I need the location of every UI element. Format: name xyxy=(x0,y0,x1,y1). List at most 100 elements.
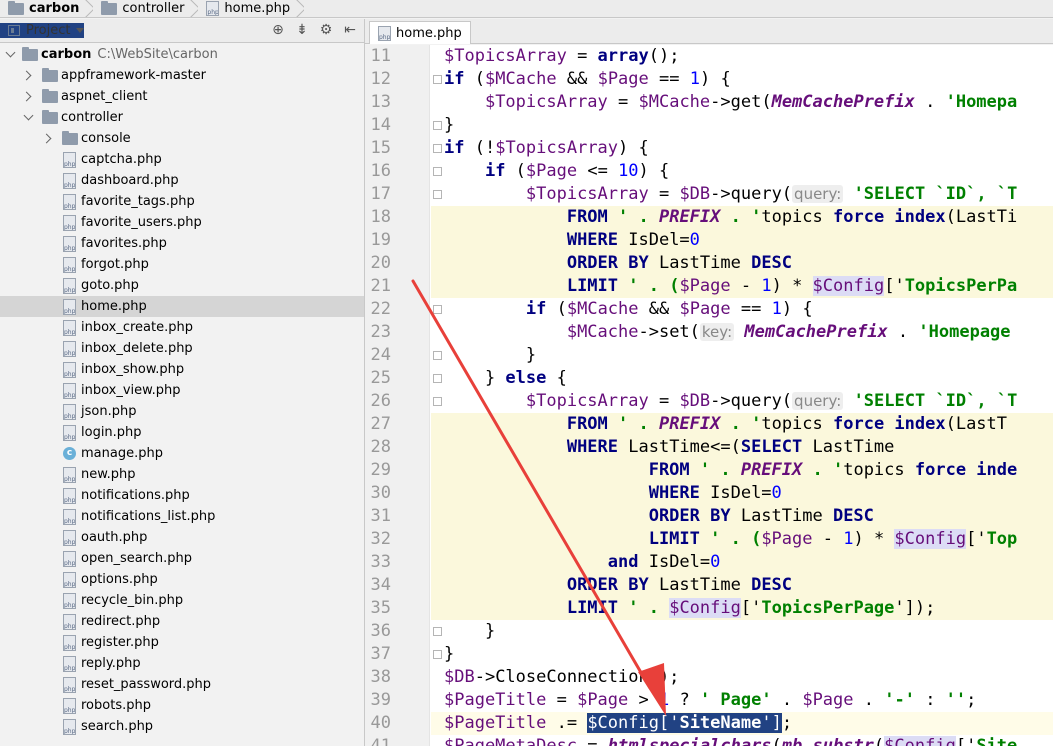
tree-item-file[interactable]: php notifications_list.php xyxy=(0,506,364,527)
code-line[interactable]: ORDER BY LastTime DESC xyxy=(431,252,1053,275)
tree-item-file[interactable]: php recycle_bin.php xyxy=(0,590,364,611)
line-number: 41 xyxy=(370,736,391,746)
gear-icon[interactable]: ⚙ xyxy=(318,22,334,38)
tree-item-label: register.php xyxy=(81,635,159,650)
code-line[interactable]: } else { xyxy=(431,367,1053,390)
line-number: 13 xyxy=(370,92,391,112)
tree-root-carbon[interactable]: carbon C:\WebSite\carbon xyxy=(0,44,364,65)
tree-item-aspnet-client[interactable]: aspnet_client xyxy=(0,86,364,107)
code-line[interactable]: $TopicsArray = $MCache->get(MemCachePref… xyxy=(431,91,1053,114)
code-line[interactable]: LIMIT ' . $Config['TopicsPerPage']); xyxy=(431,597,1053,620)
tree-item-file[interactable]: php login.php xyxy=(0,422,364,443)
line-number: 23 xyxy=(370,322,391,342)
tree-item-file[interactable]: php notifications.php xyxy=(0,485,364,506)
chevron-down-icon[interactable] xyxy=(22,112,34,124)
code-line[interactable]: and IsDel=0 xyxy=(431,551,1053,574)
code-line[interactable]: $PageMetaDesc = htmlspecialchars(mb_subs… xyxy=(431,735,1053,746)
line-number: 28 xyxy=(370,437,391,457)
code-line[interactable]: if ($MCache && $Page == 1) { xyxy=(431,298,1053,321)
tree-item-file-selected[interactable]: php home.php xyxy=(0,296,364,317)
code-line-current[interactable]: $PageTitle .= $Config['SiteName']; xyxy=(431,712,1053,735)
code-editor[interactable]: 11 12 13 14 15 16 17 18 19 20 21 22 23 24 25 26 27 28 29 30… xyxy=(365,45,1053,746)
tree-item-label: options.php xyxy=(81,572,158,587)
tree-item-file[interactable]: php favorites.php xyxy=(0,233,364,254)
code-area[interactable]: $TopicsArray = array(); if ($MCache && $… xyxy=(431,45,1053,746)
code-line[interactable]: ORDER BY LastTime DESC xyxy=(431,574,1053,597)
line-number: 20 xyxy=(370,253,391,273)
code-line[interactable]: } xyxy=(431,344,1053,367)
code-line[interactable]: } xyxy=(431,643,1053,666)
folder-icon xyxy=(42,109,58,124)
crosshair-icon[interactable]: ⊕ xyxy=(270,22,286,38)
php-file-icon: php xyxy=(378,25,391,41)
php-file-icon: php xyxy=(63,634,76,651)
line-number: 11 xyxy=(370,46,391,66)
chevron-right-icon[interactable] xyxy=(22,91,34,103)
collapse-icon[interactable]: ⇟ xyxy=(294,22,310,38)
breadcrumb-item-home-php[interactable]: php home.php xyxy=(198,0,296,17)
tree-item-label: manage.php xyxy=(81,446,163,461)
tab-home-php[interactable]: php home.php xyxy=(369,21,471,44)
parameter-hint: key: xyxy=(699,323,735,341)
hide-icon[interactable]: ⇤ xyxy=(342,22,358,38)
code-line[interactable]: $PageTitle = $Page > 1 ? ' Page' . $Page… xyxy=(431,689,1053,712)
project-view-selector[interactable]: Project xyxy=(0,23,85,38)
code-line[interactable]: ORDER BY LastTime DESC xyxy=(431,505,1053,528)
tree-item-file[interactable]: php reply.php xyxy=(0,653,364,674)
breadcrumb-item-carbon[interactable]: carbon xyxy=(0,0,85,17)
tree-item-file[interactable]: php reset_password.php xyxy=(0,674,364,695)
breadcrumb-item-controller[interactable]: controller xyxy=(93,0,190,17)
code-line[interactable]: $DB->CloseConnection(); xyxy=(431,666,1053,689)
tree-item-file[interactable]: php options.php xyxy=(0,569,364,590)
code-line[interactable]: $TopicsArray = array(); xyxy=(431,45,1053,68)
code-line[interactable]: WHERE IsDel=0 xyxy=(431,482,1053,505)
code-line[interactable]: FROM ' . PREFIX . 'topics force inde xyxy=(431,459,1053,482)
tree-item-file[interactable]: php json.php xyxy=(0,401,364,422)
tree-item-file[interactable]: php open_search.php xyxy=(0,548,364,569)
tree-item-file[interactable]: php inbox_show.php xyxy=(0,359,364,380)
tree-item-file[interactable]: php oauth.php xyxy=(0,527,364,548)
tree-item-file[interactable]: php inbox_delete.php xyxy=(0,338,364,359)
tree-item-file[interactable]: php captcha.php xyxy=(0,149,364,170)
tree-item-file[interactable]: php favorite_users.php xyxy=(0,212,364,233)
code-line[interactable]: LIMIT ' . ($Page - 1) * $Config['TopicsP… xyxy=(431,275,1053,298)
code-line[interactable]: FROM ' . PREFIX . 'topics force index(La… xyxy=(431,206,1053,229)
code-line[interactable]: $MCache->set(key: MemCachePrefix . 'Home… xyxy=(431,321,1053,344)
tree-item-label: open_search.php xyxy=(81,551,193,566)
code-line[interactable]: $TopicsArray = $DB->query(query: 'SELECT… xyxy=(431,183,1053,206)
code-line[interactable]: if ($MCache && $Page == 1) { xyxy=(431,68,1053,91)
php-file-icon: php xyxy=(63,697,76,714)
code-line[interactable]: LIMIT ' . ($Page - 1) * $Config['Top xyxy=(431,528,1053,551)
tree-item-label: login.php xyxy=(81,425,142,440)
line-number: 30 xyxy=(370,483,391,503)
tree-item-file[interactable]: php new.php xyxy=(0,464,364,485)
tree-item-file[interactable]: php redirect.php xyxy=(0,611,364,632)
tree-item-file[interactable]: php register.php xyxy=(0,632,364,653)
tree-item-file[interactable]: php goto.php xyxy=(0,275,364,296)
tree-item-file[interactable]: php forgot.php xyxy=(0,254,364,275)
chevron-right-icon[interactable] xyxy=(42,133,54,145)
tree-item-file[interactable]: c manage.php xyxy=(0,443,364,464)
chevron-right-icon[interactable] xyxy=(22,70,34,82)
code-line[interactable]: FROM ' . PREFIX . 'topics force index(La… xyxy=(431,413,1053,436)
code-line[interactable]: } xyxy=(431,114,1053,137)
tree-item-console[interactable]: console xyxy=(0,128,364,149)
code-line[interactable]: if ($Page <= 10) { xyxy=(431,160,1053,183)
line-number: 39 xyxy=(370,690,391,710)
code-line[interactable]: } xyxy=(431,620,1053,643)
tree-item-controller[interactable]: controller xyxy=(0,107,364,128)
tree-item-file[interactable]: php dashboard.php xyxy=(0,170,364,191)
tree-item-file[interactable]: php favorite_tags.php xyxy=(0,191,364,212)
code-line[interactable]: WHERE IsDel=0 xyxy=(431,229,1053,252)
tree-item-file[interactable]: php robots.php xyxy=(0,695,364,716)
tree-item-appframework-master[interactable]: appframework-master xyxy=(0,65,364,86)
chevron-down-icon[interactable] xyxy=(4,49,16,61)
tree-item-file[interactable]: php inbox_create.php xyxy=(0,317,364,338)
code-line[interactable]: $TopicsArray = $DB->query(query: 'SELECT… xyxy=(431,390,1053,413)
php-file-icon: php xyxy=(63,487,76,504)
tree-item-file[interactable]: php inbox_view.php xyxy=(0,380,364,401)
code-line[interactable]: if (!$TopicsArray) { xyxy=(431,137,1053,160)
tree-item-file[interactable]: php search.php xyxy=(0,716,364,737)
tree-item-label: recycle_bin.php xyxy=(81,593,184,608)
code-line[interactable]: WHERE LastTime<=(SELECT LastTime xyxy=(431,436,1053,459)
